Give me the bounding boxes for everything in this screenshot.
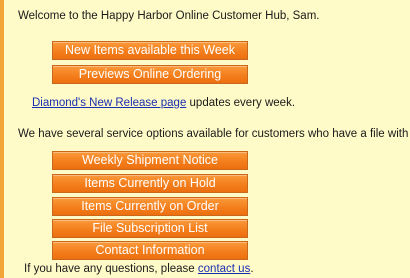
items-on-order-button[interactable]: Items Currently on Order bbox=[52, 197, 248, 216]
contact-us-link[interactable]: contact us bbox=[198, 263, 250, 275]
welcome-message: Welcome to the Happy Harbor Online Custo… bbox=[18, 10, 320, 22]
service-options-intro: We have several service options availabl… bbox=[18, 128, 410, 140]
previews-online-ordering-button[interactable]: Previews Online Ordering bbox=[52, 65, 248, 84]
new-items-button[interactable]: New Items available this Week bbox=[52, 41, 248, 60]
contact-information-button[interactable]: Contact Information bbox=[52, 241, 248, 260]
footer-question-line: If you have any questions, please contac… bbox=[24, 262, 254, 276]
items-on-hold-button[interactable]: Items Currently on Hold bbox=[52, 174, 248, 193]
customer-hub-panel: Welcome to the Happy Harbor Online Custo… bbox=[4, 0, 410, 278]
diamond-release-note: Diamond's New Release page updates every… bbox=[32, 96, 295, 110]
diamond-release-suffix: updates every week. bbox=[186, 97, 296, 109]
footer-suffix: . bbox=[250, 263, 254, 275]
file-subscription-list-button[interactable]: File Subscription List bbox=[52, 219, 248, 238]
footer-prefix: If you have any questions, please bbox=[24, 263, 198, 275]
diamond-new-release-link[interactable]: Diamond's New Release page bbox=[32, 97, 186, 109]
weekly-shipment-notice-button[interactable]: Weekly Shipment Notice bbox=[52, 151, 248, 170]
